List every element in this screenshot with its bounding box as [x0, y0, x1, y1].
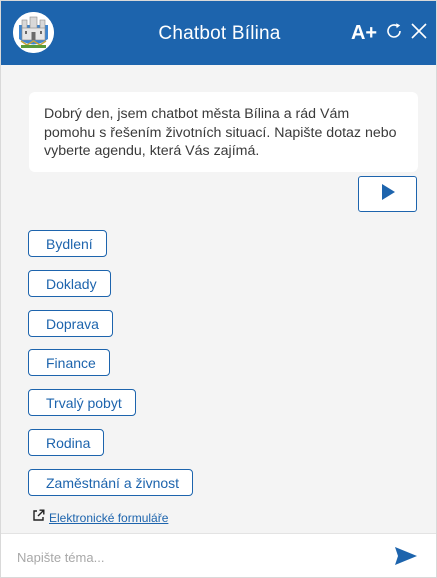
chatbot-window: Chatbot Bílina A+ Dobrý den, jsem chatbo… [0, 0, 437, 578]
send-button[interactable] [394, 546, 420, 568]
message-input[interactable] [17, 543, 377, 571]
electronic-forms-label: Elektronické formuláře [49, 511, 169, 525]
external-link-icon [32, 509, 45, 527]
topic-button-rodina[interactable]: Rodina [28, 429, 105, 456]
play-icon [380, 183, 396, 206]
topic-button-zamestnani[interactable]: Zaměstnání a živnost [28, 469, 194, 496]
topic-button-finance[interactable]: Finance [28, 349, 110, 376]
message-scrollbar[interactable] [432, 65, 436, 533]
message-area[interactable]: Dobrý den, jsem chatbot města Bílina a r… [1, 65, 436, 533]
topic-button-trvaly-pobyt[interactable]: Trvalý pobyt [28, 389, 136, 416]
font-size-button[interactable]: A+ [348, 19, 380, 47]
send-icon [394, 547, 418, 570]
electronic-forms-link[interactable]: Elektronické formuláře [32, 509, 168, 527]
close-button[interactable] [407, 19, 431, 47]
chat-header: Chatbot Bílina A+ [1, 1, 436, 65]
bot-message-text: Dobrý den, jsem chatbot města Bílina a r… [44, 106, 397, 159]
close-icon [410, 22, 428, 45]
refresh-icon [384, 21, 404, 46]
refresh-button[interactable] [383, 19, 405, 47]
play-button[interactable] [358, 176, 417, 212]
topic-button-doprava[interactable]: Doprava [28, 310, 113, 337]
topic-button-doklady[interactable]: Doklady [28, 270, 111, 297]
message-composer [1, 533, 436, 577]
topic-button-bydleni[interactable]: Bydlení [28, 230, 107, 257]
bot-message: Dobrý den, jsem chatbot města Bílina a r… [29, 92, 418, 172]
